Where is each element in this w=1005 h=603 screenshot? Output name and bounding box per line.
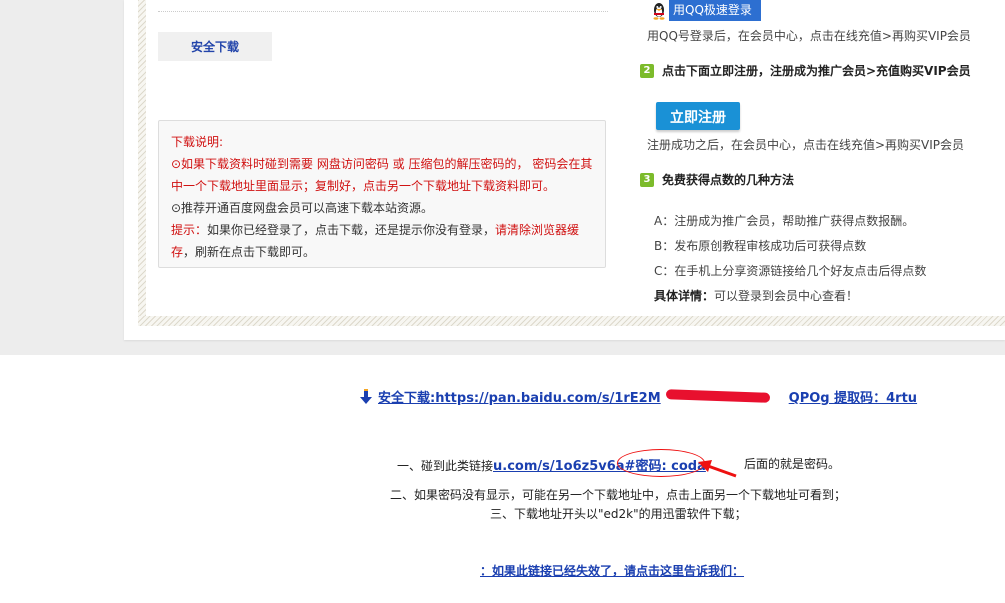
password-highlight-oval	[617, 449, 705, 477]
note-line-3: ⊙推荐开通百度网盘会员可以高速下载本站资源。	[171, 201, 434, 215]
tip-label: 提示：	[171, 223, 208, 237]
download-card: 安全下载 下载说明: ⊙如果下载资料时碰到需要 网盘访问密码 或 压缩包的解压密…	[124, 0, 1005, 340]
tip-text-red: 请清除浏览器缓	[495, 223, 580, 237]
instruction-line-2: 二、如果密码没有显示，可能在另一个下载地址中，点击上面另一个下载地址可看到；	[390, 488, 847, 502]
way-a: A：注册成为推广会员，帮助推广获得点数报酬。	[654, 214, 915, 228]
step-3: 3 免费获得点数的几种方法	[640, 171, 794, 188]
example-suffix: 后面的就是密码。	[744, 457, 841, 471]
download-link-tail: QPOg 提取码：4rtu	[788, 391, 918, 406]
qq-login-label: 用QQ极速登录	[673, 3, 752, 17]
secure-download-button[interactable]: 安全下载	[158, 32, 272, 61]
step-2: 2 点击下面立即注册，注册成为推广会员>充值购买VIP会员	[640, 62, 971, 79]
divider	[158, 11, 608, 12]
note-line-2: 中一个下载地址里面显示；复制好，点击另一个下载地址下载资料即可。	[171, 179, 556, 193]
note-line-1: ⊙如果下载资料时碰到需要 网盘访问密码 或 压缩包的解压密码的， 密码会在其	[171, 157, 593, 171]
secure-download-link[interactable]: 安全下载:https://pan.baidu.com/s/1rE2M QPOg …	[360, 387, 917, 406]
tip-text-b: 存	[171, 245, 184, 259]
tip-text-c: ，刷新在点击下载即可。	[183, 245, 316, 259]
detail-line: 具体详情：可以登录到会员中心查看！	[654, 287, 858, 304]
qq-login-button[interactable]: 用QQ极速登录	[649, 0, 761, 21]
download-link-text: 安全下载:https://pan.baidu.com/s/1rE2M	[378, 391, 661, 406]
note-title: 下载说明:	[171, 135, 224, 149]
detail-text: 可以登录到会员中心查看！	[714, 289, 859, 303]
note-tip-cont: 存，刷新在点击下载即可。	[171, 241, 593, 263]
step-3-number: 3	[640, 172, 654, 187]
decorative-stripe	[138, 316, 1005, 326]
tip-text-a: 如果你已经登录了，点击下载，还是提示你没有登录，	[207, 223, 496, 237]
report-broken-link[interactable]: ：如果此链接已经失效了，请点击这里告诉我们：	[480, 562, 744, 579]
detail-label: 具体详情：	[654, 289, 715, 303]
note-tip: 提示：如果你已经登录了，点击下载，还是提示你没有登录，请清除浏览器缓	[171, 219, 593, 241]
decorative-border	[138, 0, 146, 326]
register-button[interactable]: 立即注册	[656, 102, 740, 130]
qq-desc: 用QQ号登录后，在会员中心，点击在线充值>再购买VIP会员	[647, 29, 971, 43]
download-arrow-icon	[360, 388, 372, 404]
example-prefix: 一、碰到此类链接	[397, 459, 494, 473]
step-3-text: 免费获得点数的几种方法	[662, 173, 795, 187]
step-2-text: 点击下面立即注册，注册成为推广会员>充值购买VIP会员	[662, 64, 971, 78]
qq-penguin-icon	[649, 0, 669, 21]
red-arrow-icon	[698, 460, 737, 478]
step-2-number: 2	[640, 63, 654, 78]
way-c: C：在手机上分享资源链接给几个好友点击后得点数	[654, 264, 927, 278]
register-desc: 注册成功之后，在会员中心，点击在线充值>再购买VIP会员	[647, 138, 965, 152]
instruction-line-3: 三、下载地址开头以"ed2k"的用迅雷软件下载；	[490, 507, 747, 521]
download-note: 下载说明: ⊙如果下载资料时碰到需要 网盘访问密码 或 压缩包的解压密码的， 密…	[158, 120, 606, 268]
way-b: B：发布原创教程审核成功后可获得点数	[654, 239, 867, 253]
